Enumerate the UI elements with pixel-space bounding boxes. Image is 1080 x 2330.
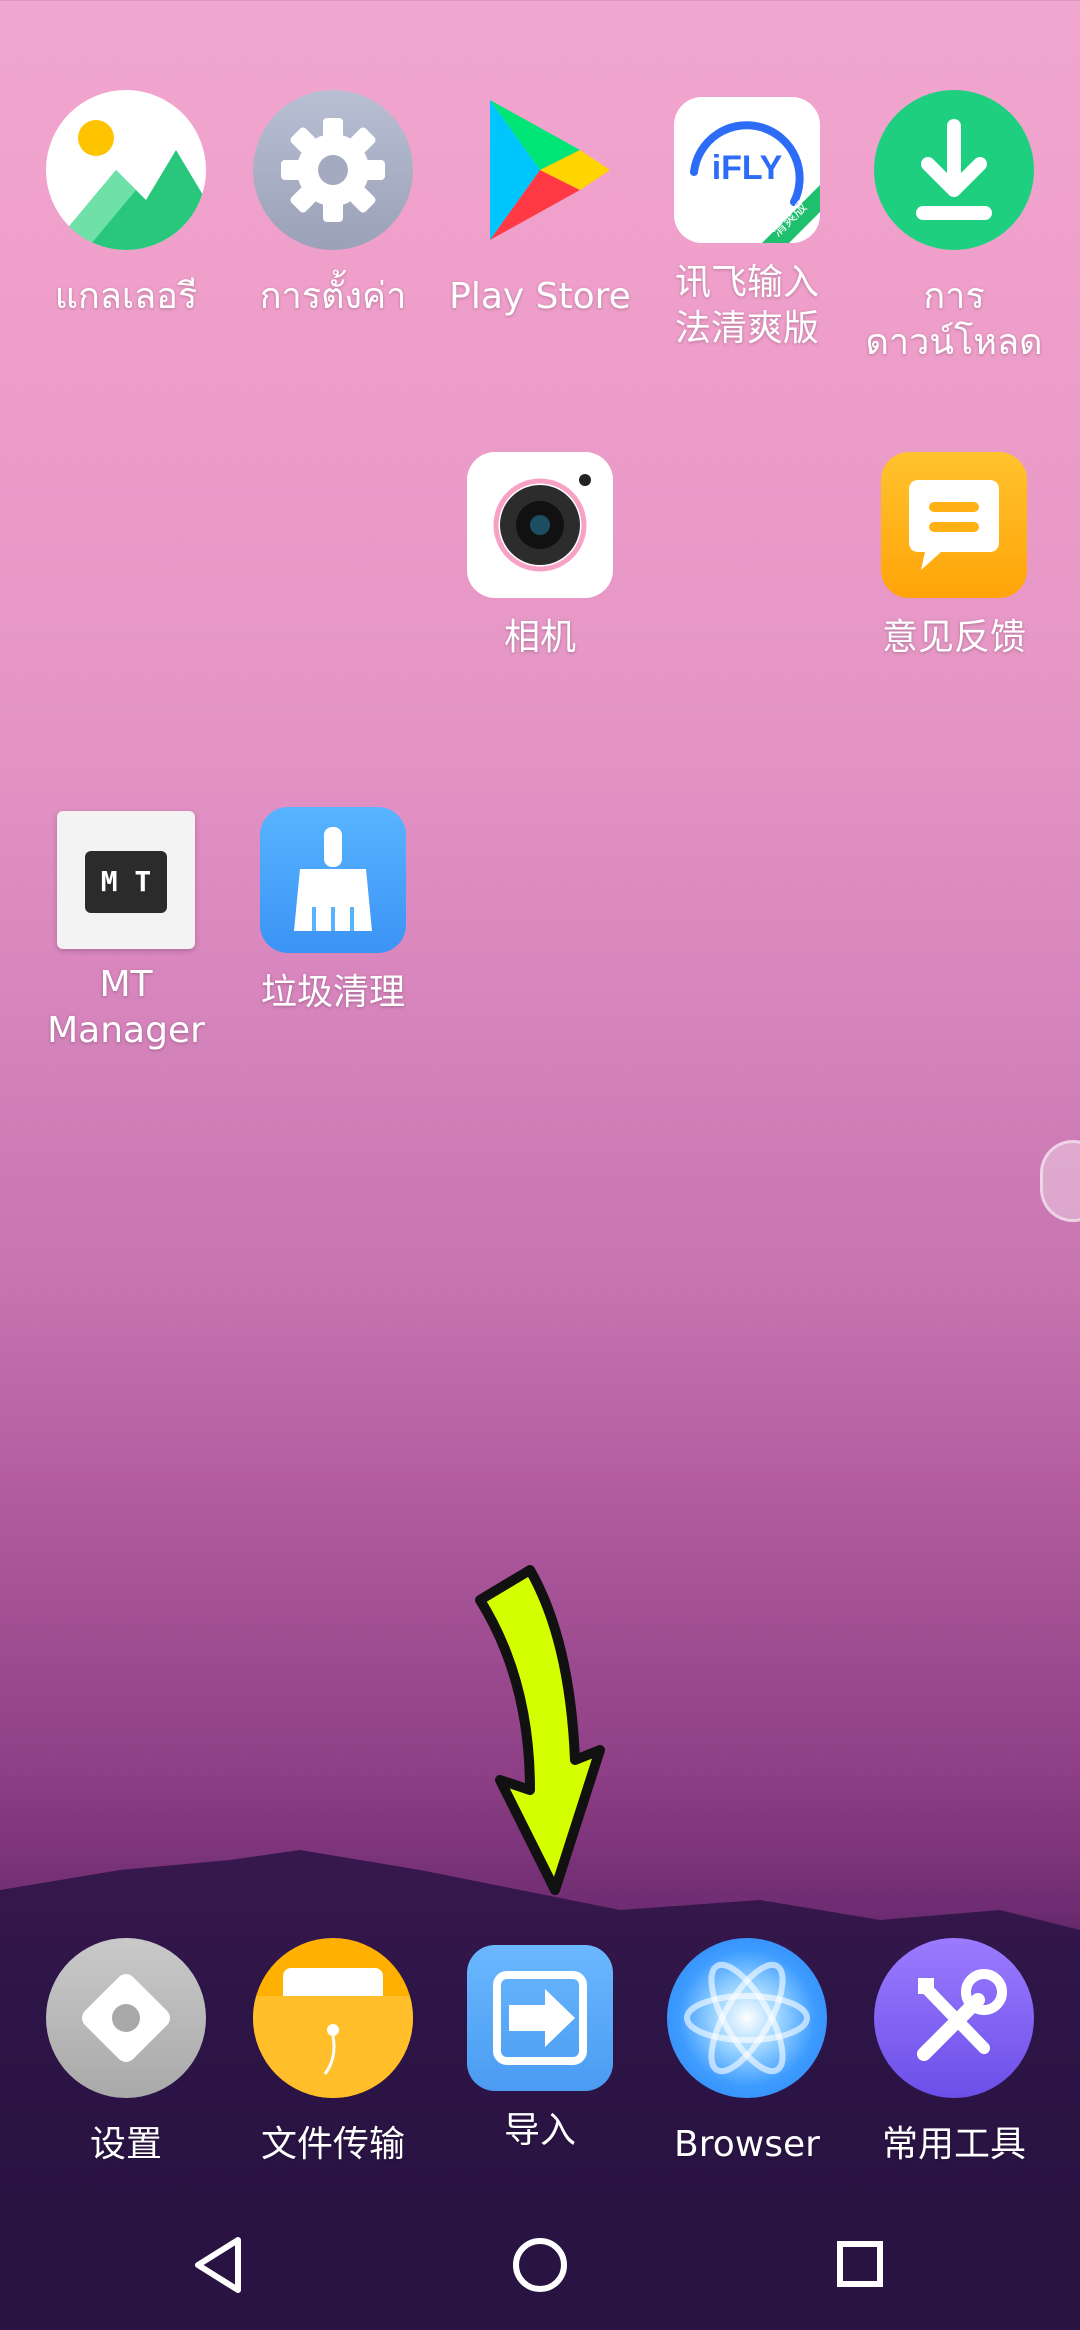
app-label: การตั้งค่า [259, 276, 407, 317]
recents-square-icon [837, 2241, 883, 2287]
app-cleaner[interactable]: 垃圾清理 [233, 800, 433, 1016]
app-feedback[interactable]: 意见反馈 [854, 445, 1054, 661]
dock-app-import[interactable]: 导入 [440, 1938, 640, 2154]
broom-icon [260, 807, 406, 953]
app-label: 文件传输 [260, 2124, 405, 2165]
dock-app-settings[interactable]: 设置 [26, 1938, 226, 2168]
floating-ball-handle[interactable] [1040, 1140, 1080, 1222]
app-play-store[interactable]: Play Store [440, 90, 640, 320]
app-settings-th[interactable]: การตั้งค่า [233, 90, 433, 320]
app-label: 意见反馈 [881, 617, 1026, 658]
home-button[interactable] [490, 2220, 590, 2320]
mt-text: M T [100, 865, 152, 898]
ifly-icon: iFLY 清爽版 [674, 97, 820, 243]
app-label: Browser [674, 2124, 820, 2165]
app-label: 设置 [89, 2124, 162, 2165]
app-downloads[interactable]: การ ดาวน์โหลด [854, 90, 1054, 366]
app-label: MT Manager [47, 964, 205, 1051]
dock-app-tools[interactable]: 常用工具 [854, 1938, 1054, 2168]
app-label: 导入 [503, 2110, 576, 2151]
home-circle-icon [513, 2238, 567, 2292]
dock-app-file-transfer[interactable]: 文件传输 [233, 1938, 433, 2168]
back-button[interactable] [170, 2220, 270, 2320]
gear-icon [253, 90, 413, 250]
app-label: 讯飞输入 法清爽版 [674, 262, 819, 349]
gallery-icon [46, 90, 206, 250]
tools-icon [874, 1938, 1034, 2098]
app-label: 垃圾清理 [260, 972, 405, 1013]
app-camera[interactable]: 相机 [440, 445, 640, 661]
mt-manager-icon: M T [57, 811, 195, 949]
play-store-icon [460, 90, 620, 250]
settings-diamond-icon [46, 1938, 206, 2098]
app-gallery[interactable]: แกลเลอรี [26, 90, 226, 320]
app-mt-manager[interactable]: M T MT Manager [26, 800, 226, 1054]
navigation-bar [0, 2200, 1080, 2330]
app-label: 常用工具 [881, 2124, 1026, 2165]
ifly-text: iFLY [711, 149, 783, 187]
dock-app-browser[interactable]: Browser [647, 1938, 847, 2168]
browser-atom-icon [667, 1938, 827, 2098]
app-label: การ ดาวน์โหลด [865, 276, 1043, 363]
app-label: 相机 [503, 617, 576, 658]
folder-icon [253, 1938, 413, 2098]
camera-icon [467, 452, 613, 598]
app-ifly[interactable]: iFLY 清爽版 讯飞输入 法清爽版 [647, 90, 847, 352]
import-icon [467, 1945, 613, 2091]
recents-button[interactable] [810, 2220, 910, 2320]
back-triangle-icon [195, 2237, 241, 2293]
app-label: แกลเลอรี [54, 276, 198, 317]
arrow-annotation [475, 1565, 605, 1895]
app-label: Play Store [449, 276, 631, 317]
download-icon [874, 90, 1034, 250]
feedback-icon [881, 452, 1027, 598]
